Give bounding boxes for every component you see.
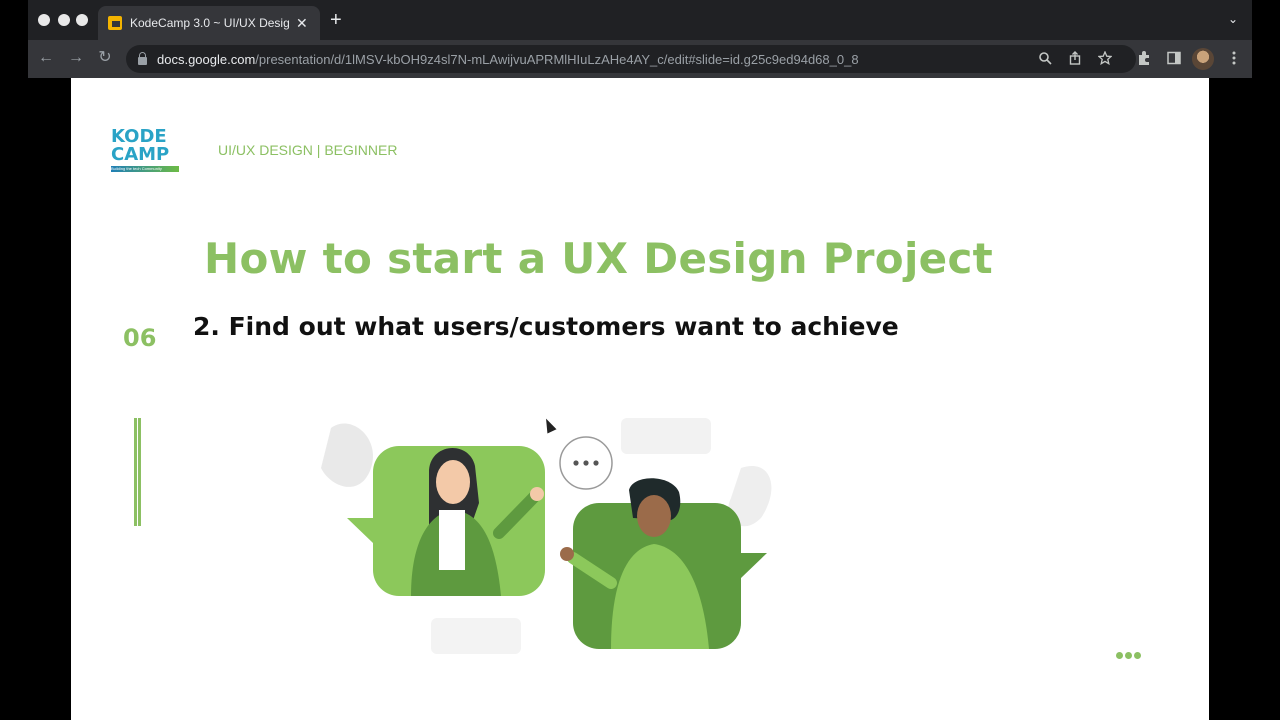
lock-icon[interactable] (138, 51, 147, 65)
leaf-shape (321, 423, 373, 487)
kodecamp-logo: KODE CAMP Building the tech Community (111, 128, 179, 172)
new-tab-button[interactable]: + (330, 10, 342, 30)
woman-face (436, 460, 470, 504)
star-icon[interactable] (1098, 51, 1112, 65)
tab-search-icon[interactable]: ⌄ (1228, 12, 1238, 26)
extensions-icon[interactable] (1136, 50, 1152, 66)
slide-canvas: KODE CAMP Building the tech Community UI… (71, 78, 1209, 720)
close-tab-icon[interactable]: ✕ (296, 16, 308, 30)
slides-icon (108, 16, 122, 30)
maximize-window-button[interactable] (76, 14, 88, 26)
blur-shape (431, 618, 521, 654)
conversation-illustration (321, 418, 772, 654)
decorative-bar (134, 418, 141, 526)
forward-button[interactable]: → (66, 49, 86, 67)
more-dots-icon (1116, 646, 1143, 664)
tab-kodecamp[interactable]: KodeCamp 3.0 ~ UI/UX Design ✕ (98, 6, 320, 40)
slide-number: 06 (123, 324, 157, 352)
slide-title: How to start a UX Design Project (204, 234, 994, 283)
sidepanel-icon[interactable] (1166, 50, 1182, 66)
search-icon[interactable] (1038, 51, 1052, 65)
slide-subtitle: 2. Find out what users/customers want to… (193, 312, 899, 341)
course-label: UI/UX DESIGN | BEGINNER (218, 142, 398, 158)
avatar[interactable] (1192, 48, 1214, 70)
share-icon[interactable] (1068, 51, 1082, 65)
url-text: docs.google.com/presentation/d/1lMSV-kbO… (157, 51, 859, 67)
blur-shape (621, 418, 711, 454)
woman-scarf (439, 510, 465, 570)
reload-button[interactable]: ↻ (95, 49, 115, 67)
menu-icon[interactable] (1226, 50, 1242, 66)
minimize-window-button[interactable] (58, 14, 70, 26)
tab-title: KodeCamp 3.0 ~ UI/UX Design (130, 16, 290, 30)
tab-strip: KodeCamp 3.0 ~ UI/UX Design ✕ + ⌄ (28, 0, 1252, 40)
man-face (637, 495, 671, 537)
back-button[interactable]: ← (36, 49, 56, 67)
close-window-button[interactable] (38, 14, 50, 26)
address-bar[interactable]: docs.google.com/presentation/d/1lMSV-kbO… (126, 45, 1136, 73)
browser-toolbar: ← → ↻ docs.google.com/presentation/d/1lM… (28, 40, 1252, 78)
